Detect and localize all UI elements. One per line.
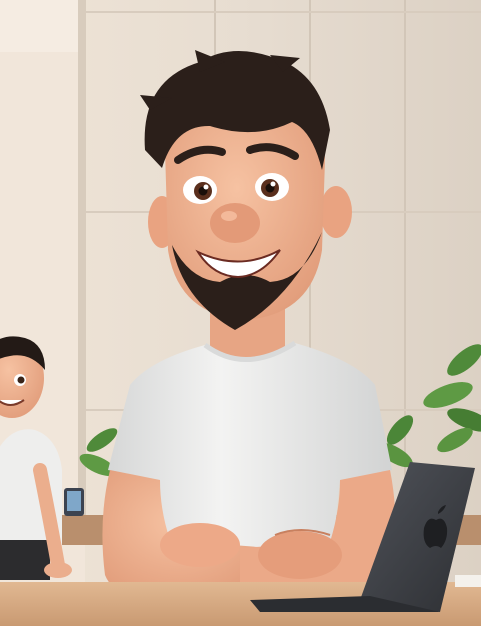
- paper: [455, 575, 481, 587]
- scene-illustration: [0, 0, 481, 626]
- cartoon-scene: [0, 0, 481, 626]
